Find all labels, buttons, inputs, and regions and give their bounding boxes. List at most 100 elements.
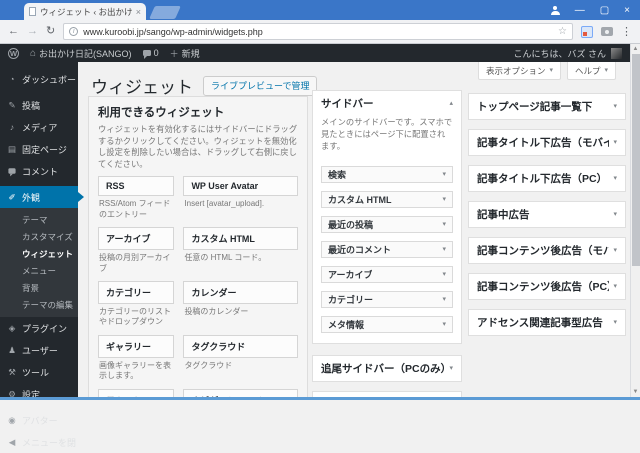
widget-tile[interactable]: アーカイブ bbox=[98, 227, 175, 251]
widget-tile[interactable]: タグクラウド bbox=[183, 334, 298, 358]
scroll-up-icon[interactable]: ▲ bbox=[631, 46, 640, 52]
page-scrollbar[interactable]: ▲ ▼ bbox=[630, 44, 640, 397]
browser-menu-icon[interactable]: ⋮ bbox=[621, 25, 632, 38]
maximize-button[interactable]: ▢ bbox=[600, 5, 609, 16]
active-widget-archives[interactable]: アーカイブ ▾ bbox=[321, 266, 453, 284]
chevron-down-icon[interactable]: ▾ bbox=[442, 196, 446, 203]
active-widget-custom-html[interactable]: カスタム HTML ▾ bbox=[321, 191, 453, 209]
collapsed-sidebar-header[interactable]: 記事コンテンツ後広告（モバイ ▾ bbox=[469, 238, 625, 263]
help-button[interactable]: ヘルプ ▾ bbox=[566, 62, 616, 80]
active-widget-recent-comments[interactable]: 最近のコメント ▾ bbox=[321, 241, 453, 259]
sidebar-item-plugins[interactable]: ◈ プラグイン bbox=[0, 317, 78, 339]
chevron-down-icon[interactable]: ▾ bbox=[442, 246, 446, 253]
url-text[interactable]: www.kuroobi.jp/sango/wp-admin/widgets.ph… bbox=[83, 27, 553, 37]
available-widgets-heading: 利用できるウィジェット bbox=[98, 107, 225, 119]
plus-icon: ＋ bbox=[169, 48, 179, 59]
sidebar-item-label: アバター bbox=[22, 415, 58, 426]
widget-tile[interactable]: WP User Avatar bbox=[183, 176, 298, 197]
users-icon: ♟ bbox=[8, 344, 16, 355]
scroll-down-icon[interactable]: ▼ bbox=[631, 389, 640, 395]
admin-bar-new-link[interactable]: ＋ 新規 bbox=[170, 47, 200, 60]
chevron-down-icon[interactable]: ▾ bbox=[442, 271, 446, 278]
browser-tab[interactable]: ウィジェット ‹ お出かけ日記(S × bbox=[24, 3, 146, 20]
minimize-button[interactable]: — bbox=[575, 5, 585, 16]
sidebar-item-label: 固定ページ bbox=[22, 144, 67, 155]
site-info-icon[interactable]: i bbox=[69, 27, 79, 36]
manage-live-preview-button[interactable]: ライブプレビューで管理 bbox=[203, 75, 318, 96]
active-widget-recent-posts[interactable]: 最近の投稿 ▾ bbox=[321, 216, 453, 234]
submenu-item-widgets[interactable]: ウィジェット bbox=[0, 245, 78, 262]
chevron-down-icon[interactable]: ▾ bbox=[442, 321, 446, 328]
sidebar-item-comments[interactable]: コメント bbox=[0, 160, 78, 182]
reload-icon[interactable]: ↻ bbox=[46, 26, 55, 37]
admin-bar-account[interactable]: こんにちは、バズ さん bbox=[513, 47, 622, 60]
sidebar-item-settings[interactable]: ⚙ 設定 bbox=[0, 383, 78, 405]
chevron-up-icon[interactable]: ▴ bbox=[449, 100, 453, 107]
active-widget-search[interactable]: 検索 ▾ bbox=[321, 166, 453, 184]
sidebar-item-posts[interactable]: ✎ 投稿 bbox=[0, 94, 78, 116]
profile-person-icon[interactable] bbox=[550, 5, 560, 15]
widget-tile[interactable]: カテゴリー bbox=[98, 281, 175, 304]
tab-close-icon[interactable]: × bbox=[136, 7, 141, 17]
active-widget-title: カスタム HTML bbox=[328, 195, 392, 206]
sidebar-item-media[interactable]: ♪ メディア bbox=[0, 116, 78, 138]
active-widget-categories[interactable]: カテゴリー ▾ bbox=[321, 291, 453, 309]
submenu-item-customize[interactable]: カスタマイズ bbox=[0, 228, 78, 245]
chevron-down-icon[interactable]: ▾ bbox=[442, 171, 446, 178]
admin-bar-site-link[interactable]: ⌂ お出かけ日記(SANGO) bbox=[30, 47, 132, 60]
sidebar-item-tools[interactable]: ⚒ ツール bbox=[0, 361, 78, 383]
collapsed-sidebar-in-article-ad: 記事中広告 ▾ bbox=[468, 201, 626, 228]
submenu-item-menus[interactable]: メニュー bbox=[0, 262, 78, 279]
available-widgets-description: ウィジェットを有効化するにはサイドバーにドラッグするかクリックしてください。ウィ… bbox=[98, 124, 298, 169]
wp-logo-icon[interactable]: W bbox=[8, 47, 19, 59]
chevron-down-icon[interactable]: ▾ bbox=[442, 296, 446, 303]
widget-tile[interactable]: カレンダー bbox=[183, 281, 298, 304]
collapsed-sidebar-header[interactable]: 記事タイトル下広告（モバイル ▾ bbox=[469, 130, 625, 155]
widget-tile[interactable]: ギャラリー bbox=[98, 334, 175, 358]
chevron-down-icon[interactable]: ▾ bbox=[613, 283, 617, 290]
widget-tile[interactable]: カスタム HTML bbox=[183, 227, 298, 251]
new-tab-button[interactable] bbox=[149, 6, 181, 19]
scrollbar-thumb[interactable] bbox=[632, 54, 640, 266]
screen-options-button[interactable]: 表示オプション ▾ bbox=[477, 62, 561, 80]
chevron-down-icon[interactable]: ▾ bbox=[613, 175, 617, 182]
chevron-down-icon[interactable]: ▾ bbox=[449, 365, 453, 372]
close-button[interactable]: × bbox=[624, 5, 630, 16]
sidebar-item-dashboard[interactable]: ◔ ダッシュボード bbox=[0, 68, 78, 90]
chevron-down-icon[interactable]: ▾ bbox=[613, 211, 617, 218]
collapsed-sidebar-header[interactable]: 追尾サイドバー（PCのみ） ▾ bbox=[313, 356, 461, 381]
collapsed-sidebar-header[interactable]: アドセンス関連記事型広告 ▾ bbox=[469, 310, 625, 335]
sidebar-item-avatar[interactable]: ◉ アバター bbox=[0, 409, 78, 431]
bookmark-star-icon[interactable]: ☆ bbox=[558, 26, 567, 37]
collapsed-sidebar-header[interactable]: 記事中広告 ▾ bbox=[469, 202, 625, 227]
collapsed-sidebar-header[interactable]: 記事タイトル下広告（PC） ▾ bbox=[469, 166, 625, 191]
collapsed-sidebar-header[interactable]: トップページ記事一覧下 ▾ bbox=[469, 94, 625, 119]
widget-tile[interactable]: テキスト bbox=[98, 388, 175, 397]
collapsed-sidebar-header[interactable]: 記事コンテンツ後広告（PC） ▾ bbox=[469, 274, 625, 299]
sidebar-area-header[interactable]: サイドバー ▴ bbox=[313, 91, 461, 116]
sidebar-item-label: 外観 bbox=[22, 192, 41, 203]
chevron-down-icon[interactable]: ▾ bbox=[613, 319, 617, 326]
submenu-item-themes[interactable]: テーマ bbox=[0, 211, 78, 228]
submenu-item-editor[interactable]: テーマの編集 bbox=[0, 296, 78, 313]
sidebar-item-appearance[interactable]: ✐ 外観 bbox=[0, 186, 78, 208]
active-widget-meta[interactable]: メタ情報 ▾ bbox=[321, 316, 453, 334]
sidebar-item-collapse-menu[interactable]: ◀ メニューを閉じる bbox=[0, 431, 78, 453]
dashboard-icon: ◔ bbox=[9, 73, 15, 84]
chevron-down-icon[interactable]: ▾ bbox=[442, 221, 446, 228]
widget-tile[interactable]: ナビゲーションメニュー bbox=[183, 388, 298, 397]
chevron-down-icon[interactable]: ▾ bbox=[613, 247, 617, 254]
sidebar-item-users[interactable]: ♟ ユーザー bbox=[0, 339, 78, 361]
submenu-item-background[interactable]: 背景 bbox=[0, 279, 78, 296]
admin-bar-comments-link[interactable]: 0 bbox=[142, 48, 159, 59]
widget-tile[interactable]: RSS bbox=[98, 176, 175, 197]
extension-icon[interactable] bbox=[581, 25, 593, 38]
chevron-down-icon[interactable]: ▾ bbox=[613, 139, 617, 146]
camera-extension-icon[interactable] bbox=[601, 27, 613, 36]
forward-icon[interactable]: → bbox=[27, 26, 38, 37]
media-icon: ♪ bbox=[9, 121, 15, 132]
back-icon[interactable]: ← bbox=[8, 26, 19, 37]
chevron-down-icon[interactable]: ▾ bbox=[613, 103, 617, 110]
sidebar-item-pages[interactable]: ▤ 固定ページ bbox=[0, 138, 78, 160]
address-bar[interactable]: i www.kuroobi.jp/sango/wp-admin/widgets.… bbox=[63, 23, 573, 40]
